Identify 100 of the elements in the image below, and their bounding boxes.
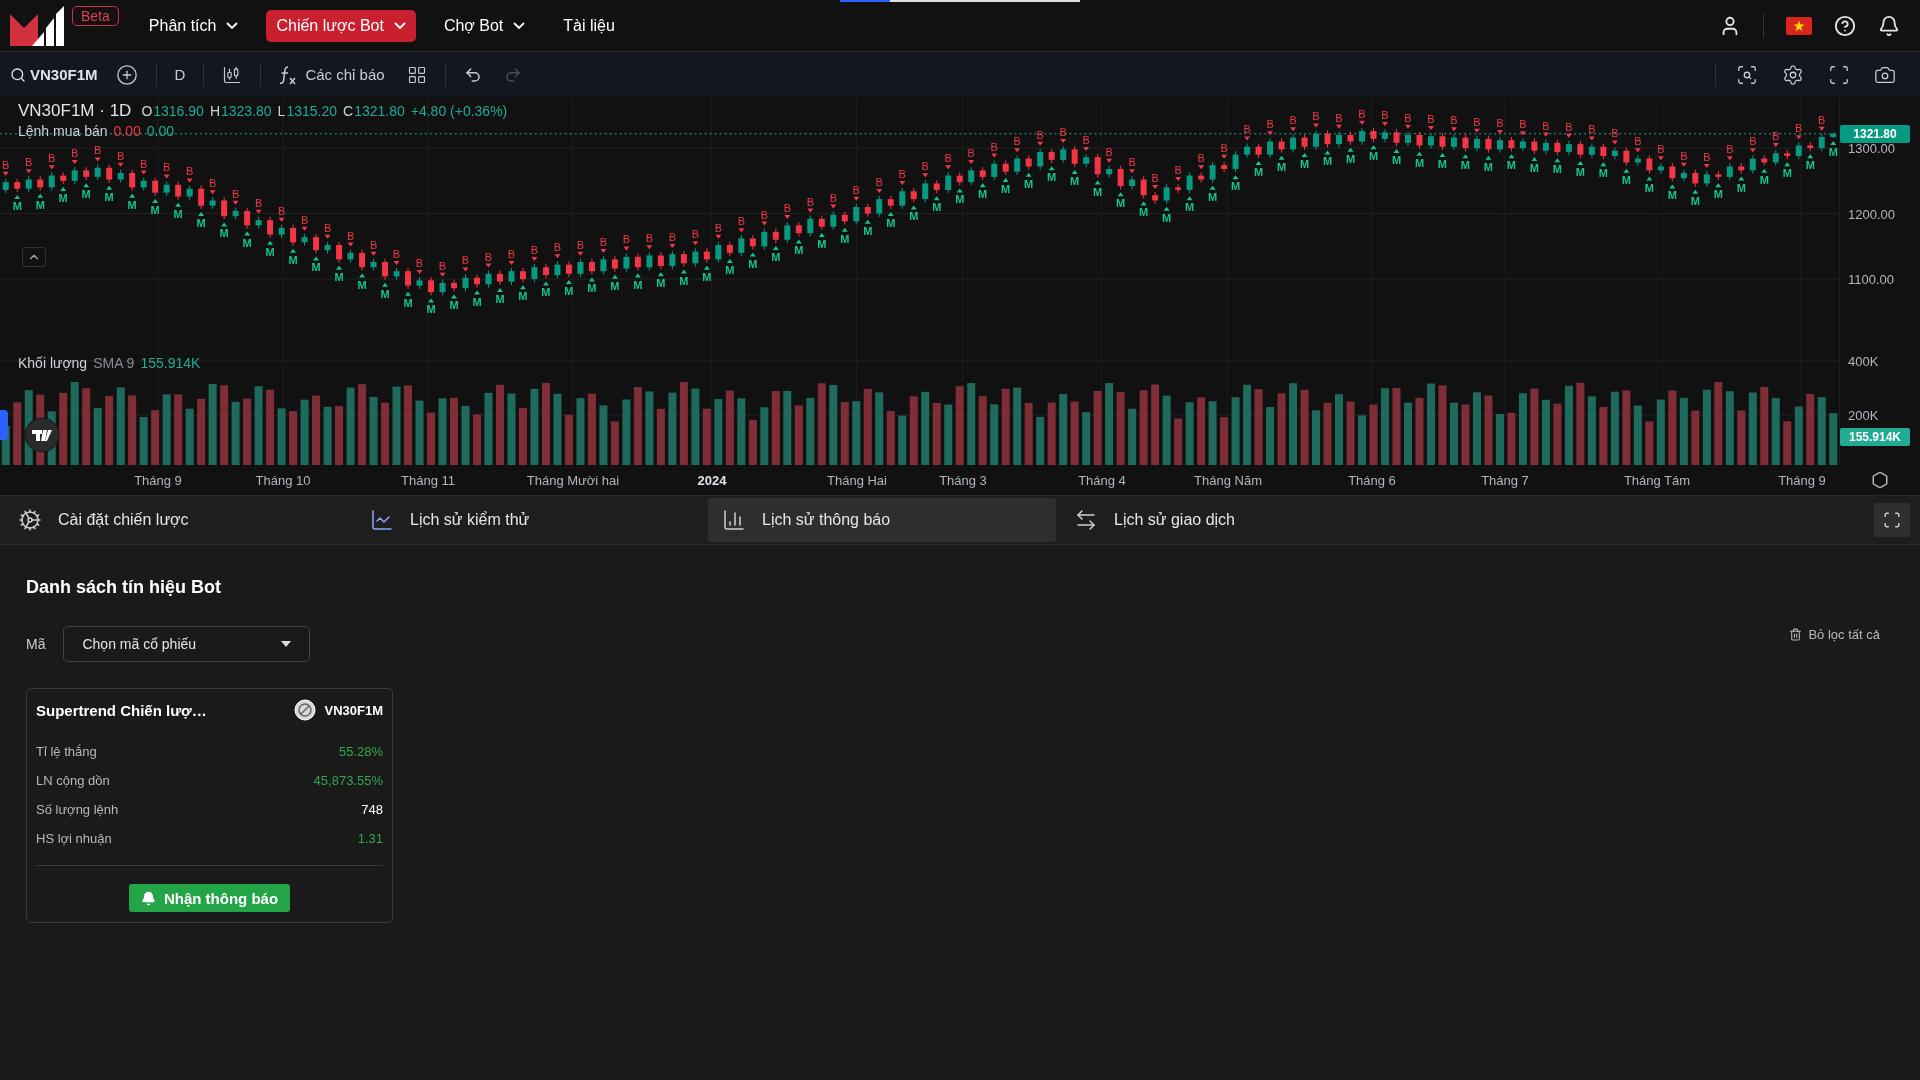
- buy-signal-label: B: [2, 158, 10, 171]
- buy-signal-label: B: [622, 233, 631, 246]
- buy-signal-label: B: [1105, 145, 1113, 158]
- stat-label: HS lợi nhuận: [36, 831, 112, 846]
- sell-signal-label: M: [1437, 158, 1448, 171]
- buy-signal-label: B: [507, 247, 516, 260]
- buy-signal-label: B: [1519, 118, 1527, 131]
- sell-signal-label: M: [1644, 181, 1654, 194]
- buy-signal-label: B: [1128, 156, 1136, 169]
- buy-signal-label: B: [1818, 113, 1826, 126]
- sell-signal-label: M: [840, 232, 850, 245]
- sell-signal-label: M: [334, 270, 344, 283]
- price-change: +4.80 (+0.36%): [410, 103, 508, 119]
- sell-signal-label: M: [656, 277, 666, 290]
- buy-signal-label: B: [254, 196, 263, 209]
- sell-signal-label: M: [1093, 185, 1103, 198]
- panel-tab[interactable]: Lịch sử thông báo: [708, 498, 1056, 542]
- buy-signal-label: B: [967, 147, 975, 160]
- clear-filters-button[interactable]: Bỏ lọc tất cả: [1783, 626, 1886, 643]
- buy-signal-label: B: [1634, 135, 1642, 148]
- sell-signal-label: M: [564, 285, 574, 298]
- time-axis-label: Tháng Năm: [1194, 473, 1262, 488]
- buy-signal-label: B: [1243, 123, 1251, 136]
- sell-signal-label: M: [219, 227, 229, 240]
- stat-label: Tỉ lệ thắng: [36, 744, 97, 759]
- nav-menu-item[interactable]: Tài liệu: [553, 9, 625, 42]
- buy-signal-label: B: [1381, 109, 1389, 122]
- buy-signal-label: B: [1335, 111, 1343, 124]
- panel-tab[interactable]: Cài đặt chiến lược: [4, 498, 352, 542]
- buy-signal-label: B: [530, 243, 539, 256]
- time-axis-label: Tháng 10: [255, 473, 311, 488]
- buy-signal-label: B: [1404, 111, 1412, 124]
- sell-signal-label: M: [173, 207, 183, 220]
- buy-signal-label: B: [760, 208, 768, 221]
- sell-signal-label: M: [1575, 165, 1585, 178]
- sell-signal-label: M: [955, 193, 965, 206]
- chart-title: VN30F1M · 1D: [18, 101, 132, 121]
- sell-signal-label: M: [1690, 194, 1700, 207]
- nav-menu-item[interactable]: Phân tích: [138, 9, 249, 42]
- buy-signal-label: B: [231, 187, 240, 200]
- buy-signal-label: B: [186, 165, 194, 178]
- nav-menu-item[interactable]: Chợ Bot: [433, 9, 536, 42]
- sell-signal-label: M: [886, 216, 896, 229]
- buy-signal-label: B: [277, 204, 286, 217]
- indicators-button[interactable]: Các chỉ báo: [275, 64, 389, 85]
- buy-signal-label: B: [852, 183, 860, 196]
- sell-signal-label: M: [1116, 197, 1126, 210]
- buy-signal-label: B: [25, 156, 33, 169]
- buy-signal-label: B: [921, 160, 929, 173]
- panel-tab[interactable]: Lịch sử giao dịch: [1060, 498, 1408, 542]
- time-axis-label: Tháng 9: [1778, 473, 1826, 488]
- ohlc-label: O: [141, 103, 153, 119]
- sell-signal-label: M: [817, 237, 827, 250]
- sell-signal-label: M: [1828, 146, 1838, 159]
- buy-signal-label: B: [1289, 114, 1297, 127]
- volume-axis-label: 200K: [1848, 407, 1879, 423]
- buy-signal-label: B: [1266, 118, 1274, 131]
- volume-value: 155.914K: [140, 355, 201, 371]
- volume-label: Khối lượng: [18, 355, 88, 371]
- time-axis-label: 2024: [697, 473, 727, 488]
- time-axis-label: Tháng Mười hai: [526, 473, 620, 488]
- panel-tab[interactable]: Lịch sử kiểm thử: [356, 498, 704, 542]
- stock-select[interactable]: Chọn mã cổ phiếu: [63, 626, 311, 662]
- sell-signal-label: M: [104, 190, 114, 203]
- last-volume-badge: 155.914K: [1840, 428, 1910, 446]
- buy-signal-label: B: [1795, 122, 1803, 135]
- buy-signal-label: B: [1703, 151, 1711, 163]
- buy-signal-label: B: [806, 195, 814, 208]
- buy-signal-label: B: [829, 191, 837, 204]
- buy-signal-label: B: [1496, 116, 1504, 129]
- buy-signal-label: B: [1450, 114, 1458, 127]
- time-axis-label: Tháng 11: [401, 473, 455, 488]
- buy-signal-label: B: [1013, 135, 1021, 148]
- sell-signal-label: M: [932, 201, 942, 214]
- time-axis-label: Tháng 9: [134, 473, 182, 488]
- buy-signal-label: B: [1174, 164, 1182, 177]
- stat-label: Số lượng lệnh: [36, 802, 119, 817]
- symbol-search-button[interactable]: VN30F1M: [10, 66, 98, 83]
- buy-signal-label: B: [1473, 115, 1481, 128]
- buy-signal-label: B: [783, 202, 791, 215]
- buy-signal-label: B: [898, 168, 906, 180]
- sell-signal-label: M: [1598, 167, 1608, 180]
- nav-menu-item[interactable]: Chiến lược Bot: [266, 9, 416, 42]
- sell-signal-label: M: [794, 244, 804, 257]
- ohlc-value: 1316.90: [153, 103, 204, 119]
- buy-signal-label: B: [1542, 119, 1550, 132]
- sell-signal-label: M: [1805, 159, 1815, 172]
- buy-signal-label: B: [438, 259, 447, 272]
- buy-signal-label: B: [1197, 152, 1205, 165]
- sell-signal-label: M: [1070, 175, 1080, 188]
- time-axis-label: Tháng 3: [939, 473, 987, 488]
- interval-button[interactable]: D: [170, 66, 190, 83]
- sell-signal-label: M: [610, 279, 620, 292]
- buy-signal-label: B: [346, 229, 355, 242]
- sell-signal-label: M: [12, 199, 22, 212]
- buy-signal-label: B: [668, 230, 677, 243]
- sell-signal-label: M: [1345, 152, 1356, 165]
- buy-signal-label: B: [1726, 143, 1734, 156]
- sell-signal-label: M: [1139, 206, 1149, 219]
- last-price-badge: 1321.80: [1840, 124, 1910, 143]
